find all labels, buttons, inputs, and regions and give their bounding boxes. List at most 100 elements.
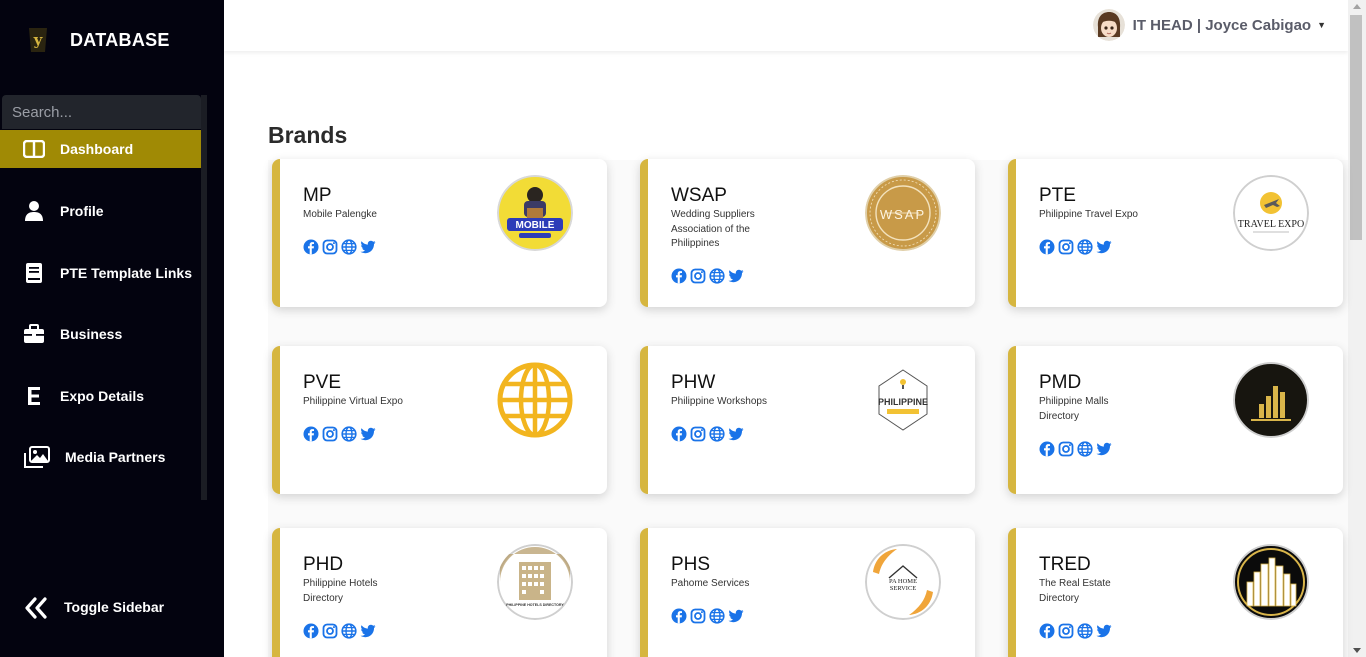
twitter-icon[interactable] bbox=[360, 623, 376, 639]
twitter-icon[interactable] bbox=[1096, 623, 1112, 639]
brand-logo bbox=[497, 362, 573, 438]
brand-logo: TRAVEL EXPO bbox=[1233, 175, 1309, 251]
facebook-icon[interactable] bbox=[671, 608, 687, 624]
user-name: IT HEAD | Joyce Cabigao bbox=[1132, 16, 1312, 34]
globe-icon[interactable] bbox=[709, 268, 725, 284]
sidebar-item-profile[interactable]: Profile bbox=[0, 192, 201, 230]
twitter-icon[interactable] bbox=[1096, 441, 1112, 457]
facebook-icon[interactable] bbox=[303, 623, 319, 639]
sidebar-item-label: Business bbox=[60, 326, 123, 342]
sidebar-item-label: Expo Details bbox=[60, 388, 145, 404]
double-chevron-left-icon bbox=[24, 596, 48, 620]
scroll-down-icon[interactable] bbox=[1353, 648, 1361, 653]
brand-card-mp[interactable]: MP Mobile Palengke MOBILE bbox=[272, 159, 607, 307]
brand-code: WSAP bbox=[671, 185, 727, 206]
twitter-icon[interactable] bbox=[360, 239, 376, 255]
globe-icon[interactable] bbox=[709, 426, 725, 442]
sidebar-item-label: Profile bbox=[60, 203, 104, 219]
brand-logo: MOBILE bbox=[497, 175, 573, 251]
columns-icon bbox=[22, 137, 46, 161]
sidebar-item-label: Dashboard bbox=[60, 141, 134, 157]
social-links bbox=[671, 426, 744, 442]
social-links bbox=[1039, 623, 1112, 639]
book-icon bbox=[22, 261, 46, 285]
page-scrollbar[interactable] bbox=[1348, 0, 1366, 657]
brand-code: PVE bbox=[303, 372, 342, 393]
facebook-icon[interactable] bbox=[303, 239, 319, 255]
globe-icon[interactable] bbox=[341, 623, 357, 639]
svg-text:y: y bbox=[33, 31, 44, 49]
brand-card-pve[interactable]: PVE Philippine Virtual Expo bbox=[272, 346, 607, 494]
globe-icon[interactable] bbox=[709, 608, 725, 624]
letter-e-icon bbox=[22, 384, 46, 408]
brand-card-pmd[interactable]: PMD Philippine Malls Directory bbox=[1008, 346, 1343, 494]
facebook-icon[interactable] bbox=[1039, 623, 1055, 639]
brand-card-phs[interactable]: PHS Pahome Services PA HOME SERVICE bbox=[640, 528, 975, 657]
twitter-icon[interactable] bbox=[728, 608, 744, 624]
user-menu[interactable]: IT HEAD | Joyce Cabigao ▼ bbox=[1092, 8, 1326, 42]
instagram-icon[interactable] bbox=[1058, 239, 1074, 255]
brand-logo: WSAP bbox=[865, 175, 941, 251]
brand-card-phd[interactable]: PHD Philippine Hotels Directory PHILIPPI… bbox=[272, 528, 607, 657]
sidebar-scrollbar[interactable] bbox=[201, 95, 207, 500]
instagram-icon[interactable] bbox=[322, 239, 338, 255]
sidebar-item-label: Media Partners bbox=[65, 449, 166, 465]
brand-logo: PHILIPPINE bbox=[865, 362, 941, 438]
brand-code: PHW bbox=[671, 372, 716, 393]
instagram-icon[interactable] bbox=[322, 426, 338, 442]
scrollbar-thumb[interactable] bbox=[1350, 15, 1362, 240]
sidebar-item-business[interactable]: Business bbox=[0, 315, 201, 353]
globe-icon[interactable] bbox=[1077, 623, 1093, 639]
social-links bbox=[303, 623, 376, 639]
search-input[interactable] bbox=[2, 95, 201, 129]
brand-card-phw[interactable]: PHW Philippine Workshops PHILIPPINE bbox=[640, 346, 975, 494]
globe-icon[interactable] bbox=[341, 239, 357, 255]
toggle-sidebar-label: Toggle Sidebar bbox=[64, 599, 165, 615]
twitter-icon[interactable] bbox=[728, 268, 744, 284]
social-links bbox=[303, 239, 376, 255]
brand-code: MP bbox=[303, 185, 332, 206]
brand-card-tred[interactable]: TRED The Real Estate Directory bbox=[1008, 528, 1343, 657]
facebook-icon[interactable] bbox=[1039, 441, 1055, 457]
twitter-icon[interactable] bbox=[360, 426, 376, 442]
instagram-icon[interactable] bbox=[1058, 623, 1074, 639]
app-title: DATABASE bbox=[70, 29, 170, 50]
facebook-icon[interactable] bbox=[671, 268, 687, 284]
brand-card-wsap[interactable]: WSAP Wedding Suppliers Association of th… bbox=[640, 159, 975, 307]
instagram-icon[interactable] bbox=[322, 623, 338, 639]
instagram-icon[interactable] bbox=[1058, 441, 1074, 457]
brand[interactable]: y DATABASE bbox=[26, 22, 170, 58]
instagram-icon[interactable] bbox=[690, 268, 706, 284]
instagram-icon[interactable] bbox=[690, 608, 706, 624]
sidebar-item-pte-template-links[interactable]: PTE Template Links bbox=[0, 254, 201, 292]
brand-code: PHS bbox=[671, 554, 711, 575]
facebook-icon[interactable] bbox=[303, 426, 319, 442]
brand-card-pte[interactable]: PTE Philippine Travel Expo TRAVEL EXPO bbox=[1008, 159, 1343, 307]
brand-logo bbox=[1233, 362, 1309, 438]
sidebar-item-expo-details[interactable]: Expo Details bbox=[0, 377, 201, 415]
instagram-icon[interactable] bbox=[690, 426, 706, 442]
sidebar-item-media-partners[interactable]: Media Partners bbox=[0, 438, 201, 476]
facebook-icon[interactable] bbox=[1039, 239, 1055, 255]
brand-logo: PHILIPPINE HOTELS DIRECTORY bbox=[497, 544, 573, 620]
briefcase-icon bbox=[22, 322, 46, 346]
brand-logo-text: PA HOME SERVICE bbox=[888, 578, 918, 592]
brand-logo-text: PHILIPPINE HOTELS DIRECTORY bbox=[506, 603, 564, 607]
twitter-icon[interactable] bbox=[728, 426, 744, 442]
brand-logo bbox=[1233, 544, 1309, 620]
globe-icon[interactable] bbox=[341, 426, 357, 442]
toggle-sidebar-button[interactable]: Toggle Sidebar bbox=[0, 590, 201, 626]
social-links bbox=[671, 268, 744, 284]
facebook-icon[interactable] bbox=[671, 426, 687, 442]
sidebar-item-dashboard[interactable]: Dashboard bbox=[0, 130, 201, 168]
brand-logo-text: PHILIPPINE bbox=[878, 397, 928, 407]
scroll-up-icon[interactable] bbox=[1353, 4, 1361, 9]
twitter-icon[interactable] bbox=[1096, 239, 1112, 255]
sidebar-item-label: PTE Template Links bbox=[60, 265, 192, 281]
brand-logo-text: MOBILE bbox=[516, 220, 555, 231]
brand-name: Philippine Workshops bbox=[671, 396, 767, 407]
globe-icon[interactable] bbox=[1077, 239, 1093, 255]
brand-logo-text: TRAVEL EXPO bbox=[1238, 219, 1304, 230]
globe-icon[interactable] bbox=[1077, 441, 1093, 457]
social-links bbox=[1039, 441, 1112, 457]
